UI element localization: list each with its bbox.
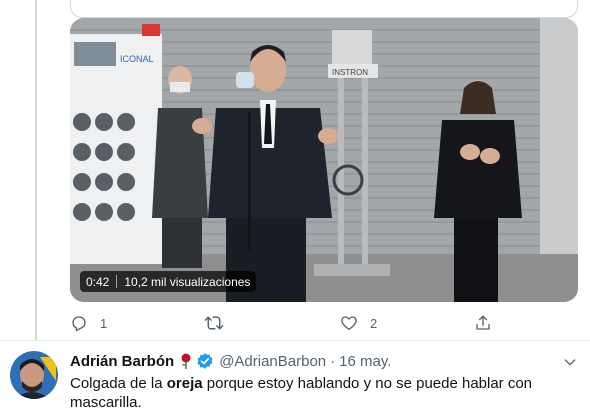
svg-text:INSTRON: INSTRON (332, 68, 368, 77)
share-icon (474, 314, 492, 332)
tweet-text-bold: oreja (166, 375, 203, 392)
retweet-button[interactable] (204, 314, 236, 332)
video-duration: 0:42 (86, 274, 110, 289)
tweet-text: Colgada de la oreja porque estoy habland… (70, 374, 580, 412)
chevron-down-icon[interactable] (562, 354, 578, 375)
svg-text:ICONAL: ICONAL (120, 54, 154, 64)
verified-icon (196, 352, 214, 370)
separator-dot: · (330, 352, 336, 370)
share-button[interactable] (474, 314, 492, 332)
tweet-divider (0, 340, 590, 341)
tweet-header: Adrián Barbón @AdrianBarbon · 16 may. (70, 351, 391, 371)
quoted-media-frame (70, 0, 578, 18)
video-info-badge: 0:42 10,2 mil visualizaciones (80, 271, 257, 292)
video-frame: ICONAL INSTRON (70, 18, 578, 302)
video-player[interactable]: ICONAL INSTRON 0:42 10,2 mil visualizaci… (70, 18, 578, 302)
retweet-icon (204, 314, 224, 332)
author-handle[interactable]: @AdrianBarbon (219, 353, 326, 370)
previous-tweet: ICONAL INSTRON 0:42 10,2 mil visualizaci… (0, 0, 590, 340)
author-name[interactable]: Adrián Barbón (70, 353, 174, 370)
badge-separator (116, 275, 118, 288)
like-count: 2 (370, 315, 378, 331)
reply-count: 1 (100, 315, 108, 331)
like-icon (340, 314, 358, 332)
reply-button[interactable]: 1 (70, 314, 107, 332)
rose-emoji-icon (179, 353, 193, 369)
avatar[interactable] (10, 351, 58, 399)
video-views: 10,2 mil visualizaciones (124, 274, 251, 289)
thread-line (35, 0, 37, 340)
reply-icon (70, 314, 88, 332)
tweet-actions: 1 2 (70, 312, 510, 334)
like-button[interactable]: 2 (340, 314, 377, 332)
tweet-text-start: Colgada de la (70, 375, 167, 392)
tweet-date[interactable]: 16 may. (339, 353, 391, 370)
